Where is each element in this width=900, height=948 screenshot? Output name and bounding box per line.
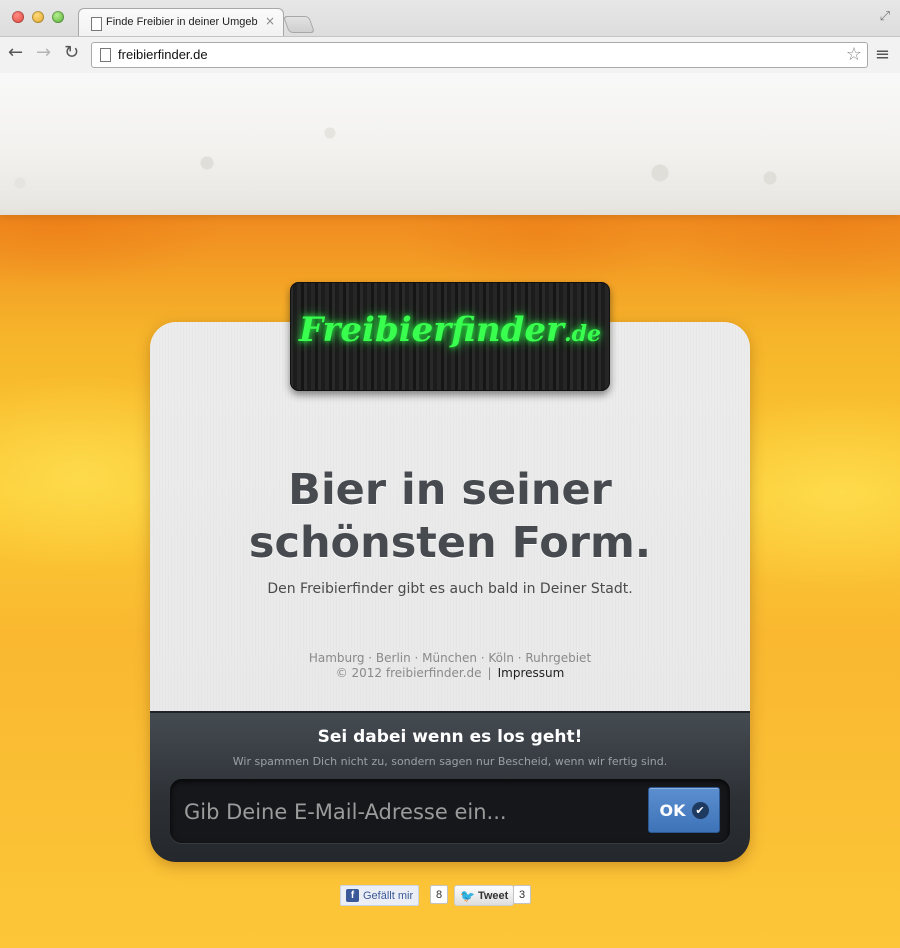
address-bar[interactable]: freibierfinder.de ☆ [91,42,868,68]
page-icon [91,17,102,31]
new-tab-button[interactable] [282,16,316,33]
browser-toolbar: ← → ↻ freibierfinder.de ☆ ≡ [0,36,900,73]
browser-chrome: Finde Freibier in deiner Umgebung × ⤢ ← … [0,0,900,73]
minimize-window-button[interactable] [32,11,44,23]
facebook-like-count: 8 [430,885,449,904]
headline-line-1: Bier in seiner [288,465,612,515]
logo[interactable]: Freibierfinder.de [290,310,610,350]
headline-line-2: schönsten Form. [248,518,652,568]
separator: | [487,666,492,680]
back-icon[interactable]: ← [8,43,23,63]
logo-name: Freibierfinder [298,310,564,350]
url-text[interactable]: freibierfinder.de [118,47,208,62]
ok-label: OK [659,800,686,820]
copyright-line: © 2012 freibierfinder.de | Impressum [150,666,750,680]
beer-foam [0,73,900,215]
tweet-button[interactable]: 🐦 Tweet [454,885,515,906]
facebook-like-button[interactable]: f Gefällt mir [340,885,420,906]
tweet-label: Tweet [477,889,509,902]
signup-subtitle: Wir spammen Dich nicht zu, sondern sagen… [232,755,668,768]
zoom-window-button[interactable] [52,11,64,23]
menu-icon[interactable]: ≡ [875,44,890,65]
twitter-bird-icon: 🐦 [460,888,475,903]
headline: Bier in seiner schönsten Form. [150,464,750,570]
fullscreen-icon[interactable]: ⤢ [880,9,890,24]
forward-icon[interactable]: → [36,43,51,63]
signup-title: Sei dabei wenn es los geht! [317,727,583,747]
email-input[interactable] [182,793,646,831]
bookmark-star-icon[interactable]: ☆ [846,44,862,65]
logo-plate: Freibierfinder.de [290,282,610,391]
impressum-link[interactable]: Impressum [498,666,565,680]
ok-button[interactable]: OK ✔ [648,787,720,833]
facebook-icon: f [346,889,359,902]
page-icon [100,48,111,62]
tab-close-icon[interactable]: × [265,14,275,28]
logo-tld: .de [563,321,602,347]
window-controls [12,11,64,23]
city-list: Hamburg · Berlin · München · Köln · Ruhr… [308,651,592,665]
main-card: Bier in seiner schönsten Form. Den Freib… [150,322,750,862]
email-form: OK ✔ [170,779,730,843]
copyright-text: © 2012 freibierfinder.de [335,666,482,680]
checkmark-icon: ✔ [691,801,709,819]
tab-title: Finde Freibier in deiner Umgebung [106,16,258,28]
subline: Den Freibierfinder gibt es auch bald in … [267,581,633,597]
browser-tab[interactable]: Finde Freibier in deiner Umgebung × [78,8,284,37]
signup-section: Sei dabei wenn es los geht! Wir spammen … [150,711,750,862]
close-window-button[interactable] [12,11,24,23]
reload-icon[interactable]: ↻ [64,43,79,63]
tweet-count: 3 [513,885,532,904]
facebook-like-label: Gefällt mir [363,889,414,902]
